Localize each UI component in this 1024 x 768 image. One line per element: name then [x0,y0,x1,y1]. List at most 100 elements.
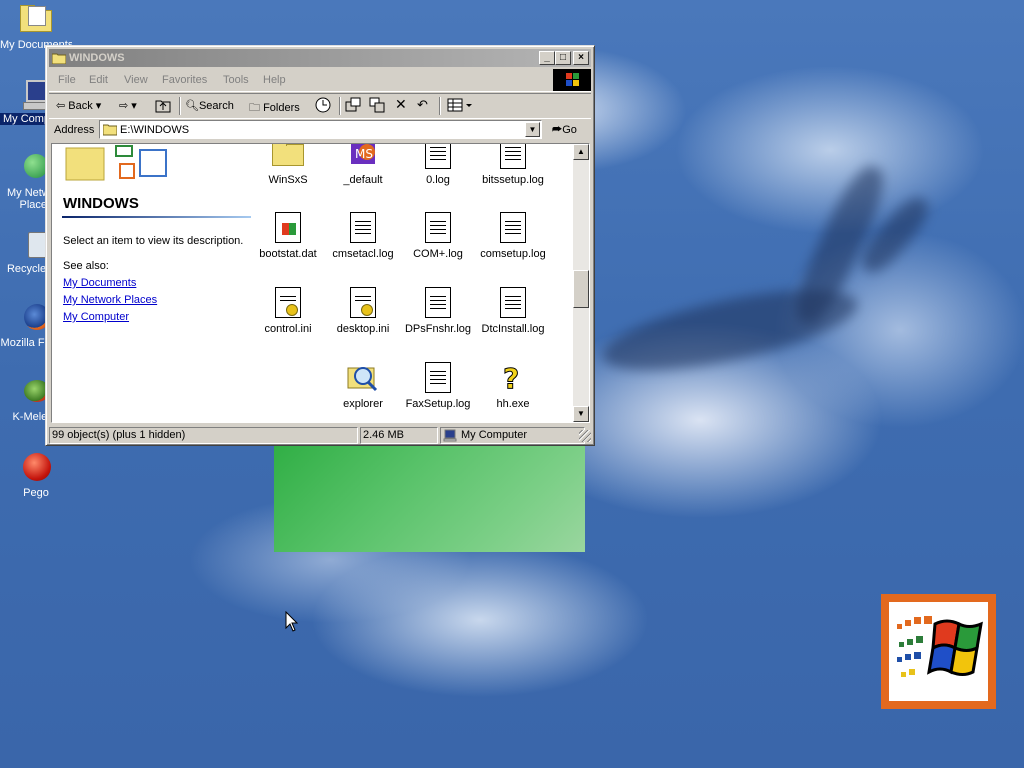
move-to-icon [345,97,361,112]
link-my-computer[interactable]: My Computer [63,311,129,323]
copy-to-icon [369,97,385,113]
file-item[interactable]: cmsetacl.log [323,212,403,260]
text-document-icon [497,212,529,244]
status-bar: 99 object(s) (plus 1 hidden) 2.46 MB My … [49,426,591,444]
back-button[interactable]: ⇦ Back ▾ [56,99,101,112]
menu-file[interactable]: File [58,74,76,86]
file-item[interactable]: DPsFnshr.log [398,287,478,335]
menu-bar: File Edit View Favorites Tools Help [49,69,591,92]
delete-x-icon: ✕ [395,96,407,112]
views-grid-icon [447,98,472,112]
address-value: E:\WINDOWS [120,124,190,136]
folders-icon: 🗀 [249,102,260,114]
file-item[interactable]: comsetup.log [473,212,553,260]
status-object-count: 99 object(s) (plus 1 hidden) [49,427,358,444]
file-item[interactable]: bitssetup.log [473,144,553,186]
go-button[interactable]: ⮫Go [552,124,577,137]
standard-toolbar: ⇦ Back ▾ ⇨ ▾ 🔍︎Search 🗀 Folders ✕ ↶ [49,93,591,119]
up-folder-button[interactable] [155,97,171,116]
windows-throbber [553,69,591,91]
file-item[interactable]: COM+.log [398,212,478,260]
move-to-button[interactable] [345,97,361,116]
close-button[interactable]: × [573,51,589,65]
svg-text:?: ? [503,362,519,394]
desktop-icon-label: Pego [23,487,49,499]
address-dropdown-button[interactable]: ▼ [525,122,540,137]
history-clock-icon [315,97,331,113]
file-item[interactable]: explorer [323,362,403,410]
toolbar-separator [439,97,441,115]
status-size: 2.46 MB [360,427,438,444]
file-item[interactable]: DtcInstall.log [473,287,553,335]
undo-icon: ↶ [417,97,428,112]
copy-to-button[interactable] [369,97,385,116]
ini-settings-icon [347,287,379,319]
folder-icon [272,144,304,170]
up-folder-icon [155,100,171,113]
mouse-cursor-icon [285,611,299,632]
file-item[interactable]: FaxSetup.log [398,362,478,410]
file-item[interactable]: ? hh.exe [473,362,553,411]
see-also-label: See also: [63,260,109,272]
views-button[interactable] [447,97,473,116]
back-arrow-icon: ⇦ [56,100,66,112]
file-item[interactable]: WinSxS [248,144,328,186]
go-arrow-icon: ⮫ [552,124,563,136]
description-text: Select an item to view its description. [63,235,244,247]
search-button[interactable]: 🔍︎Search [185,99,234,112]
menu-help[interactable]: Help [263,74,286,86]
pego-icon [20,452,52,484]
green-highlight-block [274,440,585,552]
folder-icon [103,124,117,136]
address-input[interactable]: E:\WINDOWS ▼ [99,120,542,139]
delete-button[interactable]: ✕ [395,96,407,113]
my-documents-icon [20,4,52,36]
text-document-icon [422,144,454,170]
computer-icon [443,429,457,442]
ini-settings-icon [272,287,304,319]
maximize-button[interactable]: □ [555,51,571,65]
pif-shortcut-icon: MS [347,144,379,170]
text-document-icon [422,287,454,319]
menu-favorites[interactable]: Favorites [162,74,207,86]
heading-divider [62,216,251,218]
windows-logo-badge [881,594,996,709]
text-document-icon [422,362,454,394]
desktop-icon-my-documents[interactable]: My Documents [0,4,72,51]
window-titlebar[interactable]: WINDOWS _ □ × [49,49,591,67]
window-title: WINDOWS [69,52,125,64]
text-document-icon [497,287,529,319]
undo-button[interactable]: ↶ [417,97,428,113]
history-button[interactable] [315,97,331,116]
scroll-thumb[interactable] [573,270,589,308]
help-question-icon: ? [497,362,529,396]
link-my-network-places[interactable]: My Network Places [63,294,157,306]
file-item[interactable]: MS _default [323,144,403,186]
menu-view[interactable]: View [124,74,148,86]
file-item[interactable]: desktop.ini [323,287,403,335]
minimize-button[interactable]: _ [539,51,555,65]
toolbar-separator [339,97,341,115]
windows-flag-icon [897,616,983,677]
address-bar: Address E:\WINDOWS ▼ ⮫Go [49,119,591,141]
scroll-down-button[interactable]: ▼ [573,406,589,422]
folder-banner-icon [65,145,167,181]
folders-button[interactable]: 🗀 Folders [249,99,300,118]
vertical-scrollbar[interactable]: ▲ ▼ [573,144,589,422]
link-my-documents[interactable]: My Documents [63,277,136,289]
scroll-up-button[interactable]: ▲ [573,144,589,160]
text-document-icon [422,212,454,244]
file-item[interactable]: control.ini [248,287,328,335]
forward-button[interactable]: ⇨ ▾ [119,99,137,112]
svg-text:MS: MS [355,147,373,161]
menu-tools[interactable]: Tools [223,74,249,86]
menu-edit[interactable]: Edit [89,74,108,86]
status-location: My Computer [440,427,585,444]
file-item[interactable]: bootstat.dat [248,212,328,260]
windows-flag-icon [566,73,579,86]
text-document-icon [497,144,529,170]
file-item[interactable]: 0.log [398,144,478,186]
resize-grip[interactable] [579,430,591,442]
folder-content-area: WINDOWS Select an item to view its descr… [51,143,590,423]
desktop-icon-pego[interactable]: Pego [0,452,72,499]
